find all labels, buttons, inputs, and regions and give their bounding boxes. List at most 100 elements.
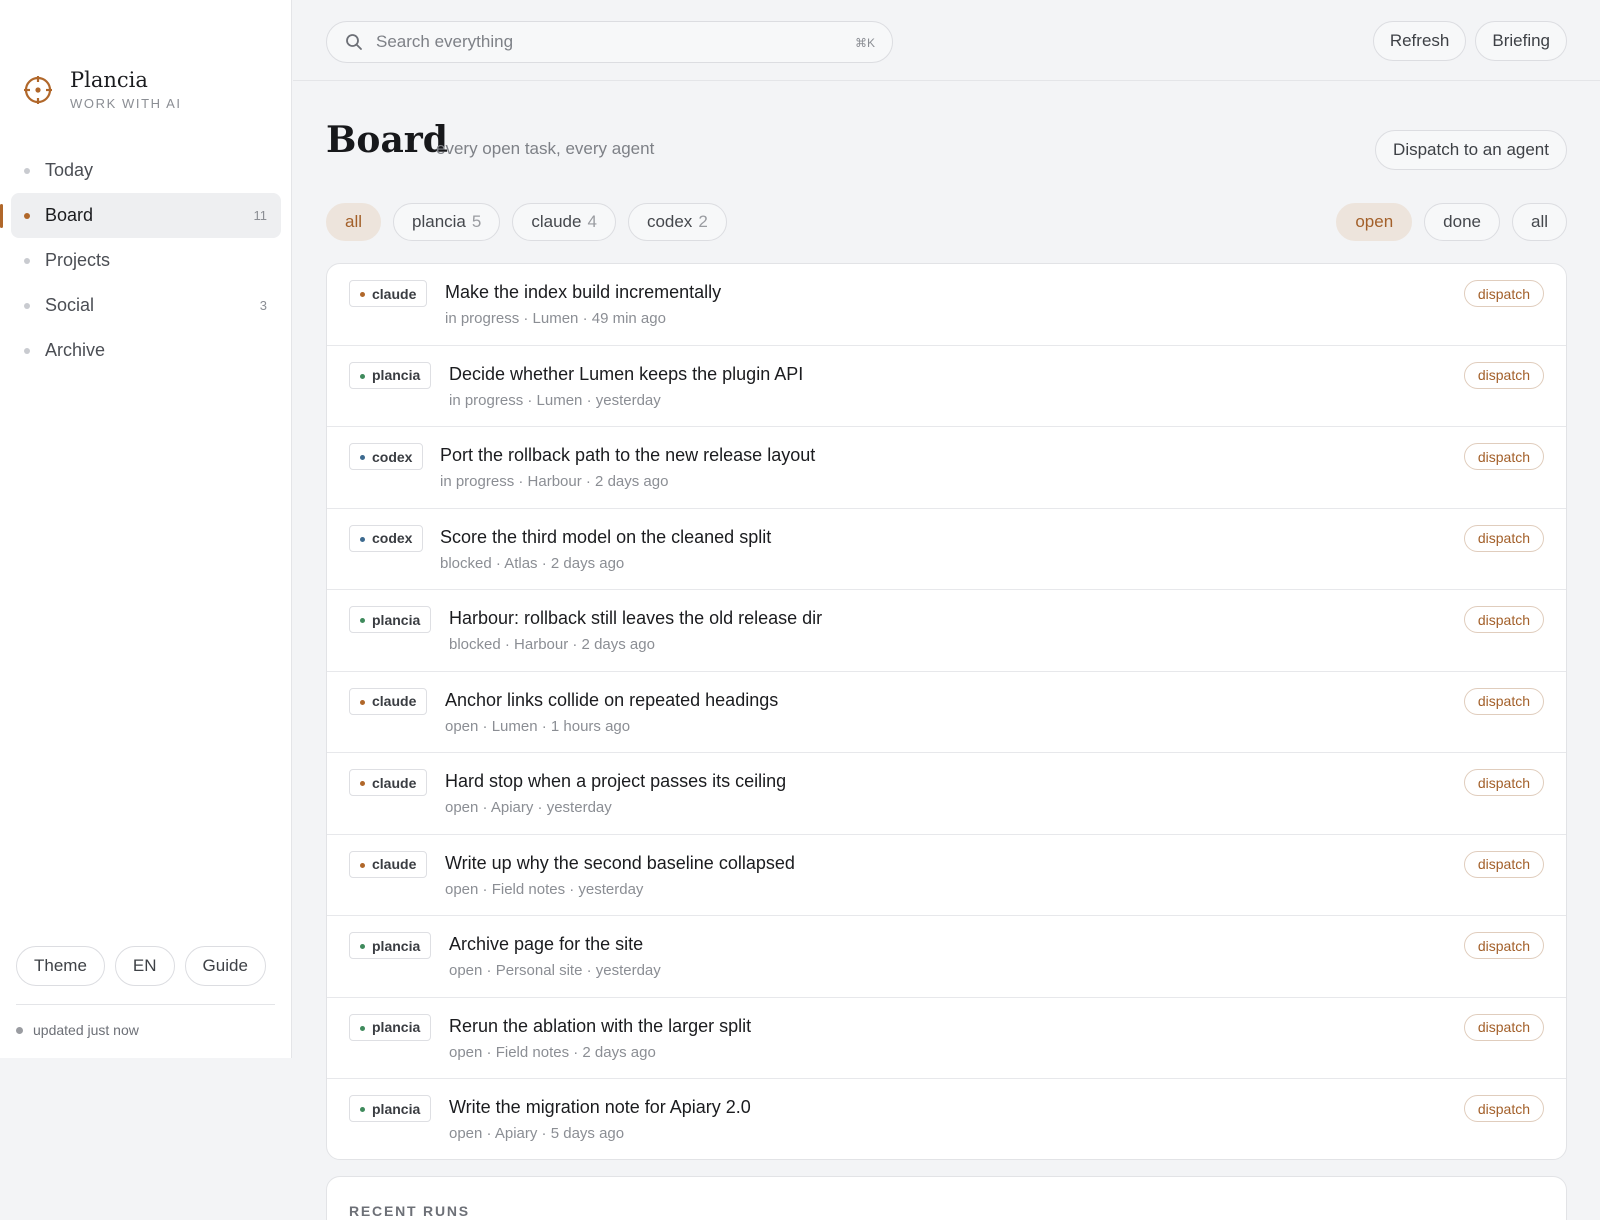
sidebar-item-projects[interactable]: Projects <box>11 238 281 283</box>
dispatch-button[interactable]: dispatch <box>1463 361 1544 389</box>
task-text: Rerun the ablation with the larger split… <box>449 1014 751 1061</box>
task-meta: in progress · Lumen · 49 min ago <box>445 310 666 327</box>
sync-status-text: updated just now <box>33 1022 139 1038</box>
dispatch-button[interactable]: dispatch <box>1463 850 1544 878</box>
agent-tag-label: plancia <box>372 611 421 628</box>
task-row[interactable]: plancia Decide whether Lumen keeps the pl… <box>327 346 1566 427</box>
filter-agent-plancia[interactable]: plancia 5 <box>393 203 501 241</box>
dispatch-button[interactable]: dispatch <box>1463 687 1544 715</box>
filter-status-done[interactable]: done <box>1424 203 1500 241</box>
sidebar-item-count: 3 <box>259 298 267 313</box>
task-text: Write up why the second baseline collaps… <box>445 851 795 898</box>
agent-dot-icon <box>360 1107 365 1112</box>
sidebar-item-today[interactable]: Today <box>11 148 281 193</box>
agent-dot-icon <box>360 781 365 786</box>
filter-label: claude <box>531 212 582 231</box>
task-row[interactable]: plancia Harbour: rollback still leaves th… <box>327 590 1566 672</box>
nav-dot-icon <box>24 303 30 309</box>
task-row[interactable]: codex Score the third model on the cleane… <box>327 509 1566 590</box>
filter-agent-codex[interactable]: codex 2 <box>627 203 727 241</box>
task-meta: in progress · Harbour · 2 days ago <box>440 473 669 490</box>
theme-button[interactable]: Theme <box>16 946 105 986</box>
task-title[interactable]: Score the third model on the cleaned spl… <box>440 525 771 549</box>
agent-dot-icon <box>360 1025 365 1031</box>
agent-tag-plancia: plancia <box>349 606 432 633</box>
task-title[interactable]: Make the index build incrementally <box>445 280 721 304</box>
task-title[interactable]: Harbour: rollback still leaves the old r… <box>449 606 822 630</box>
brand[interactable]: Plancia WORK WITH AI <box>22 68 182 111</box>
agent-tag-label: plancia <box>372 367 421 383</box>
search-icon <box>346 34 362 50</box>
filter-label: all <box>1530 212 1548 231</box>
filter-label: plancia <box>412 212 466 231</box>
filter-count: 5 <box>471 212 482 231</box>
briefing-button[interactable]: Briefing <box>1475 21 1567 61</box>
task-title[interactable]: Archive page for the site <box>449 932 661 956</box>
sidebar-item-label: Social <box>45 295 95 315</box>
crosshair-logo-icon <box>24 75 52 104</box>
task-text: Score the third model on the cleaned spl… <box>440 525 771 572</box>
task-row[interactable]: plancia Write the migration note for Apia… <box>327 1079 1566 1159</box>
nav-dot-icon <box>24 213 30 219</box>
sidebar-item-archive[interactable]: Archive <box>11 328 281 373</box>
task-title[interactable]: Anchor links collide on repeated heading… <box>445 688 778 712</box>
sidebar-item-social[interactable]: Social 3 <box>11 283 281 328</box>
dispatch-to-agent-button[interactable]: Dispatch to an agent <box>1375 130 1567 170</box>
filter-status-open[interactable]: open <box>1336 203 1413 241</box>
refresh-button[interactable]: Refresh <box>1372 21 1467 61</box>
task-row[interactable]: claude Anchor links collide on repeated h… <box>327 672 1566 753</box>
dispatch-button[interactable]: dispatch <box>1463 769 1544 796</box>
sidebar-item-label: Archive <box>45 340 106 360</box>
brand-subtitle: WORK WITH AI <box>70 96 182 111</box>
filter-agent-all[interactable]: all <box>326 203 382 241</box>
sidebar: Plancia WORK WITH AI Today Board 11 Proj… <box>0 0 292 1058</box>
task-row[interactable]: claude Write up why the second baseline c… <box>327 835 1566 916</box>
dispatch-button[interactable]: dispatch <box>1463 443 1544 470</box>
task-title[interactable]: Write the migration note for Apiary 2.0 <box>449 1095 751 1119</box>
dispatch-button[interactable]: dispatch <box>1463 606 1544 633</box>
dispatch-button[interactable]: dispatch <box>1463 280 1544 307</box>
agent-tag-label: claude <box>372 285 417 302</box>
agent-tag-codex: codex <box>349 524 424 552</box>
recent-runs-heading: RECENT RUNS <box>349 1203 470 1219</box>
dispatch-button[interactable]: dispatch <box>1463 932 1544 959</box>
task-title[interactable]: Write up why the second baseline collaps… <box>445 851 795 875</box>
task-title[interactable]: Hard stop when a project passes its ceil… <box>445 769 786 793</box>
top-actions: Refresh Briefing <box>1372 21 1567 61</box>
task-row[interactable]: codex Port the rollback path to the new r… <box>327 427 1566 509</box>
filter-agent-claude[interactable]: claude 4 <box>512 203 616 241</box>
task-row[interactable]: claude Hard stop when a project passes it… <box>327 753 1566 835</box>
agent-tag-label: claude <box>372 856 417 872</box>
agent-tag-label: plancia <box>372 937 421 954</box>
agent-filters: all plancia 5 claude 4 codex 2 <box>326 203 727 241</box>
agent-tag-label: plancia <box>372 1019 421 1035</box>
task-title[interactable]: Port the rollback path to the new releas… <box>440 443 815 467</box>
task-title[interactable]: Decide whether Lumen keeps the plugin AP… <box>449 362 803 386</box>
agent-dot-icon <box>360 699 365 705</box>
language-button[interactable]: EN <box>114 946 175 986</box>
agent-tag-codex: codex <box>349 443 424 470</box>
search-shortcut: ⌘K <box>854 36 875 50</box>
search-placeholder: Search everything <box>376 32 514 51</box>
dispatch-button[interactable]: dispatch <box>1463 524 1544 552</box>
task-row[interactable]: plancia Rerun the ablation with the large… <box>327 998 1566 1079</box>
page-subtitle: every open task, every agent <box>436 139 655 158</box>
task-meta: open · Lumen · 1 hours ago <box>445 717 631 735</box>
filter-status-all[interactable]: all <box>1511 203 1567 241</box>
task-title[interactable]: Rerun the ablation with the larger split <box>449 1014 751 1038</box>
task-meta: open · Field notes · 2 days ago <box>449 1043 656 1061</box>
task-row[interactable]: plancia Archive page for the site open · P… <box>327 916 1566 998</box>
task-text: Hard stop when a project passes its ceil… <box>445 769 786 816</box>
task-meta: open · Apiary · yesterday <box>445 799 612 816</box>
task-row[interactable]: claude Make the index build incrementally… <box>327 264 1566 346</box>
search-input[interactable]: Search everything ⌘K <box>326 21 893 63</box>
dispatch-button[interactable]: dispatch <box>1463 1095 1544 1122</box>
sidebar-nav: Today Board 11 Projects Social 3 Archive <box>0 148 281 373</box>
sidebar-item-board[interactable]: Board 11 <box>0 193 281 238</box>
task-meta: open · Field notes · yesterday <box>445 880 644 898</box>
task-meta: blocked · Atlas · 2 days ago <box>440 554 625 572</box>
guide-button[interactable]: Guide <box>184 946 266 986</box>
sidebar-item-label: Projects <box>45 250 111 270</box>
dispatch-button[interactable]: dispatch <box>1463 1013 1544 1041</box>
sync-status: updated just now <box>16 1022 139 1038</box>
